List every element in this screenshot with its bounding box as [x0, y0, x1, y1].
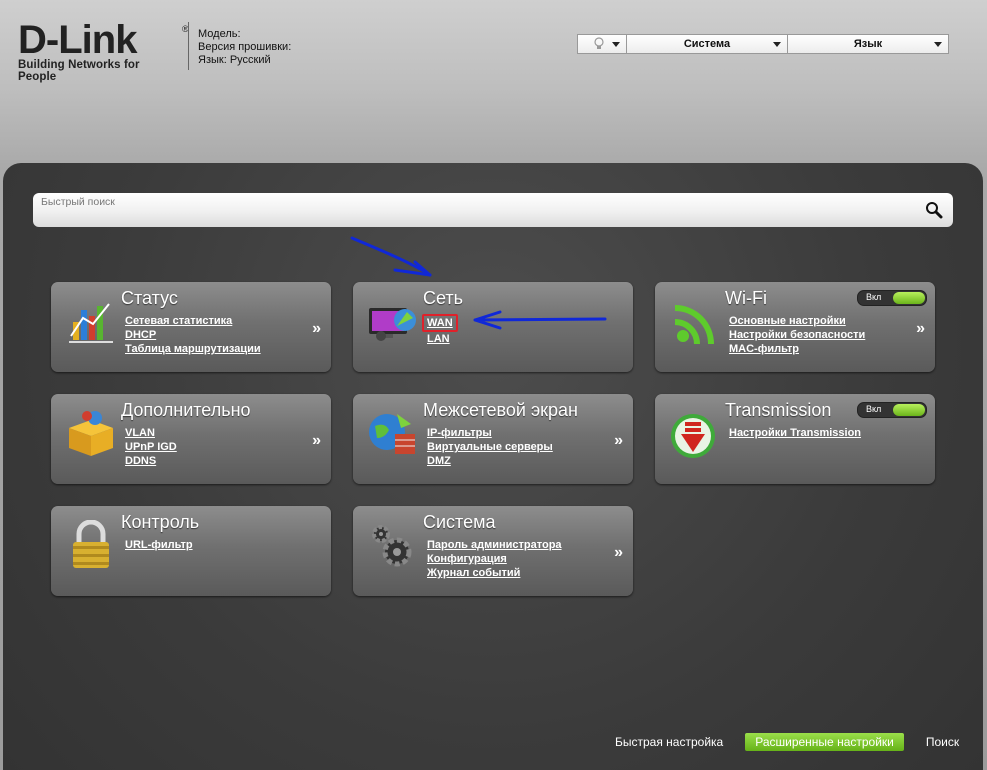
main-panel: Быстрый поиск Статус Сетевая статистика … [3, 163, 983, 770]
link-wifi-basic-settings[interactable]: Основные настройки [729, 314, 865, 328]
tile-title: Transmission [725, 400, 832, 420]
toggle-knob [893, 292, 925, 304]
toggle-label: Вкл [866, 292, 882, 302]
tile-title: Статус [121, 288, 178, 308]
link-wan[interactable]: WAN [422, 314, 458, 332]
tile-advanced[interactable]: Дополнительно VLAN UPnP IGD DDNS » [51, 394, 331, 484]
tile-title: Wi-Fi [725, 288, 767, 308]
search-icon[interactable] [925, 201, 943, 219]
link-vlan[interactable]: VLAN [125, 426, 177, 440]
link-transmission-settings[interactable]: Настройки Transmission [729, 426, 861, 440]
tile-title: Система [423, 512, 496, 532]
model-label: Модель: [198, 28, 241, 40]
link-upnp-igd[interactable]: UPnP IGD [125, 440, 177, 454]
dlink-logo: D-Link ® Building Networks for People [18, 18, 189, 83]
link-routing-table[interactable]: Таблица маршрутизации [125, 342, 261, 356]
network-monitor-icon [369, 308, 416, 341]
tile-title: Дополнительно [121, 400, 251, 420]
top-menu-bar: Система Язык [577, 34, 949, 54]
footer-nav: Быстрая настройка Расширенные настройки … [605, 733, 969, 751]
link-configuration[interactable]: Конфигурация [427, 552, 562, 566]
link-virtual-servers[interactable]: Виртуальные серверы [427, 440, 553, 454]
quick-setup-link[interactable]: Быстрая настройка [605, 733, 733, 751]
chevron-down-icon [773, 42, 781, 47]
tile-title: Контроль [121, 512, 200, 532]
package-box-icon [69, 411, 113, 456]
firmware-label: Версия прошивки: [198, 41, 292, 53]
firewall-globe-icon [369, 414, 415, 454]
padlock-icon [73, 520, 109, 568]
tile-wifi[interactable]: Wi-Fi Вкл Основные настройки Настройки б… [655, 282, 935, 372]
transmission-toggle[interactable]: Вкл [857, 402, 927, 418]
system-dropdown-label: Система [683, 38, 731, 50]
link-dmz[interactable]: DMZ [427, 454, 553, 468]
tile-more-arrow[interactable]: » [312, 320, 321, 338]
wifi-toggle[interactable]: Вкл [857, 290, 927, 306]
tile-title: Межсетевой экран [423, 400, 578, 420]
language-info: Язык: Русский [198, 54, 271, 66]
search-placeholder: Быстрый поиск [41, 196, 115, 208]
toggle-knob [893, 404, 925, 416]
quick-search-field[interactable]: Быстрый поиск [33, 193, 953, 227]
gears-icon [372, 525, 412, 567]
link-dhcp[interactable]: DHCP [125, 328, 261, 342]
device-info: Модель: Версия прошивки: Язык: Русский [198, 28, 291, 67]
logo-text: D-Link [18, 18, 137, 62]
link-ddns[interactable]: DDNS [125, 454, 177, 468]
language-dropdown-label: Язык [853, 38, 883, 50]
header-divider [188, 22, 189, 70]
link-url-filter[interactable]: URL-фильтр [125, 538, 193, 552]
tile-title: Сеть [423, 288, 464, 308]
tile-more-arrow[interactable]: » [614, 432, 623, 450]
logo-tagline: Building Networks for People [18, 59, 140, 83]
tile-more-arrow[interactable]: » [916, 320, 925, 338]
status-chart-icon [69, 303, 113, 343]
language-dropdown[interactable]: Язык [788, 35, 948, 53]
link-ip-filters[interactable]: IP-фильтры [427, 426, 553, 440]
hints-dropdown[interactable] [578, 35, 627, 53]
advanced-settings-button[interactable]: Расширенные настройки [745, 733, 904, 751]
tile-status[interactable]: Статус Сетевая статистика DHCP Таблица м… [51, 282, 331, 372]
link-event-log[interactable]: Журнал событий [427, 566, 562, 580]
tile-transmission[interactable]: Transmission Вкл Настройки Transmission [655, 394, 935, 484]
link-network-statistics[interactable]: Сетевая статистика [125, 314, 261, 328]
tile-control[interactable]: Контроль URL-фильтр [51, 506, 331, 596]
link-lan[interactable]: LAN [427, 332, 458, 346]
transmission-download-icon [671, 414, 715, 458]
toggle-label: Вкл [866, 404, 882, 414]
chevron-down-icon [934, 42, 942, 47]
wifi-icon [674, 305, 714, 345]
lightbulb-icon [594, 37, 604, 54]
link-admin-password[interactable]: Пароль администратора [427, 538, 562, 552]
system-dropdown[interactable]: Система [627, 35, 788, 53]
footer-search-link[interactable]: Поиск [916, 733, 969, 751]
tile-more-arrow[interactable]: » [614, 544, 623, 562]
tile-system[interactable]: Система Пароль администратора Конфигурац… [353, 506, 633, 596]
chevron-down-icon [612, 42, 620, 47]
link-wifi-security[interactable]: Настройки безопасности [729, 328, 865, 342]
tile-firewall[interactable]: Межсетевой экран IP-фильтры Виртуальные … [353, 394, 633, 484]
tile-network[interactable]: Сеть WAN LAN [353, 282, 633, 372]
tile-more-arrow[interactable]: » [312, 432, 321, 450]
link-mac-filter[interactable]: MAC-фильтр [729, 342, 865, 356]
